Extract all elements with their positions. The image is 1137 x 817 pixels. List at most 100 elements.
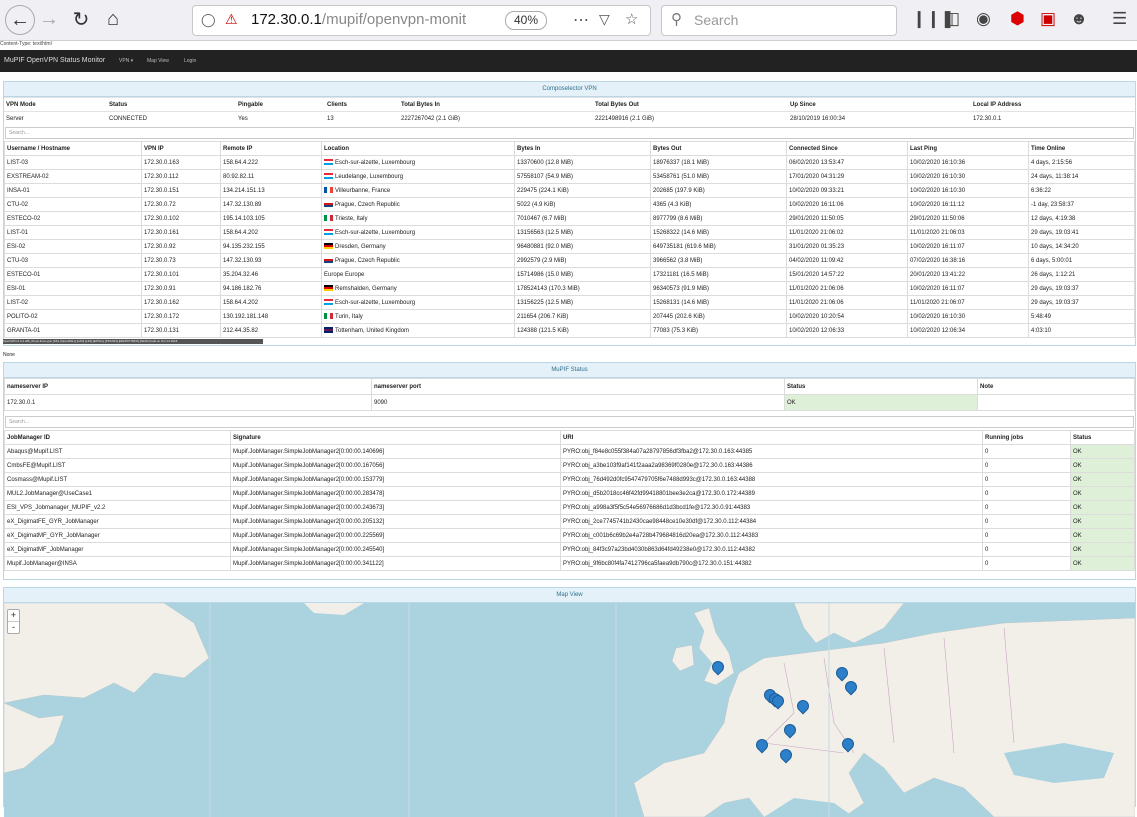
client-bytes-out: 8977799 (8.6 MiB): [650, 211, 787, 226]
table-row: CmbsFE@Mupif.LIST Mupif.JobManager.Simple…: [4, 458, 1135, 473]
table-row: LIST-02 172.30.0.162 158.64.4.202 Esch-sur-…: [4, 295, 1135, 310]
map-zoom-out[interactable]: -: [8, 622, 19, 633]
job-running: 0: [982, 514, 1071, 529]
nav-login[interactable]: Login: [184, 58, 196, 64]
table-row: Mupif.JobManager@INSA Mupif.JobManager.Si…: [4, 556, 1135, 571]
flag-icon-it: [324, 215, 333, 221]
client-connected: 04/02/2020 11:09:42: [786, 253, 908, 268]
client-header: Connected Since: [786, 141, 908, 156]
client-remote-ip: 212.44.35.82: [220, 323, 322, 338]
table-row: CTU-02 172.30.0.72 147.32.130.89 Prague, Cz…: [4, 197, 1135, 212]
job-uri: PYRO:obj_a3be103f9af141f2aaa2a98369f0280…: [560, 458, 983, 473]
flash-icon[interactable]: ▣: [1040, 9, 1056, 29]
ublock-icon[interactable]: ⬢: [1010, 9, 1025, 29]
client-bytes-in: 211654 (206.7 KiB): [514, 309, 651, 324]
reload-button[interactable]: ↻: [67, 5, 95, 33]
client-connected: 11/01/2020 21:06:06: [786, 295, 908, 310]
client-connected: 10/02/2020 09:33:21: [786, 183, 908, 198]
map-zoom-in[interactable]: +: [8, 610, 19, 622]
insecure-lock-icon: ⚠: [225, 11, 238, 27]
job-status: OK: [1070, 556, 1135, 571]
client-vpn-ip: 172.30.0.163: [141, 155, 221, 170]
navbar-brand[interactable]: MuPIF OpenVPN Status Monitor: [4, 57, 105, 64]
jobmanager-search-input[interactable]: Search...: [5, 416, 1134, 428]
table-row: LIST-03 172.30.0.163 158.64.4.222 Esch-sur-…: [4, 155, 1135, 170]
client-name: GRANTA-01: [4, 323, 142, 338]
client-last-ping: 11/01/2020 21:06:07: [907, 295, 1029, 310]
client-connected: 10/02/2020 10:20:54: [786, 309, 908, 324]
nav-vpn-dropdown[interactable]: VPN ▾: [119, 58, 133, 64]
client-last-ping: 10/02/2020 16:11:07: [907, 281, 1029, 296]
client-location: Dresden, Germany: [321, 239, 515, 254]
client-connected: 10/02/2020 12:06:33: [786, 323, 908, 338]
page-actions-icon[interactable]: ⋯: [573, 10, 589, 30]
job-sig: Mupif.JobManager.SimpleJobManager2[0:00:…: [230, 444, 561, 459]
nav-map-view[interactable]: Map View: [147, 58, 169, 64]
extension-icon[interactable]: ◉: [976, 9, 991, 29]
client-bytes-out: 96340573 (91.9 MiB): [650, 281, 787, 296]
table-row: ESI-02 172.30.0.92 94.135.232.155 Dresden, …: [4, 239, 1135, 254]
app-navbar: MuPIF OpenVPN Status Monitor VPN ▾ Map V…: [0, 50, 1137, 72]
table-row: CTU-03 172.30.0.73 147.32.130.93 Prague, Cz…: [4, 253, 1135, 268]
client-bytes-in: 13156563 (12.5 MiB): [514, 225, 651, 240]
map-view[interactable]: + -: [4, 603, 1135, 817]
location-text: Esch-sur-alzette, Luxembourg: [335, 160, 416, 166]
client-connected: 10/02/2020 16:11:06: [786, 197, 908, 212]
mupif-panel: MuPIF Status nameserver IP nameserver por…: [3, 362, 1136, 580]
client-bytes-in: 2992579 (2.9 MiB): [514, 253, 651, 268]
client-remote-ip: 158.64.4.202: [220, 295, 322, 310]
client-online: 29 days, 19:03:37: [1028, 295, 1135, 310]
client-location: Villeurbanne, France: [321, 183, 515, 198]
address-bar[interactable]: ◯ ⚠ 172.30.0.1/mupif/openvpn-monit 40% ⋯…: [192, 5, 651, 36]
job-sig: Mupif.JobManager.SimpleJobManager2[0:00:…: [230, 486, 561, 501]
client-remote-ip: 147.32.130.93: [220, 253, 322, 268]
forward-button[interactable]: →: [35, 5, 63, 33]
zoom-indicator[interactable]: 40%: [505, 11, 547, 30]
job-status: OK: [1070, 514, 1135, 529]
bookmark-star-icon[interactable]: ☆: [625, 10, 638, 28]
table-row: ESTECO-01 172.30.0.101 35.204.32.46 Europe …: [4, 267, 1135, 282]
nameserver-cell: 172.30.0.1: [4, 394, 372, 411]
table-row: LIST-01 172.30.0.161 158.64.4.202 Esch-sur-…: [4, 225, 1135, 240]
client-name: LIST-02: [4, 295, 142, 310]
client-last-ping: 07/02/2020 16:38:16: [907, 253, 1029, 268]
client-last-ping: 10/02/2020 16:10:30: [907, 169, 1029, 184]
client-name: CTU-02: [4, 197, 142, 212]
client-last-ping: 10/02/2020 16:10:30: [907, 309, 1029, 324]
vpn-clients-table: Username / Hostname VPN IP Remote IP Locati…: [4, 141, 1135, 338]
nameserver-cell: OK: [784, 394, 978, 411]
flag-icon-de: [324, 243, 333, 249]
job-id: CmbsFE@Mupif.LIST: [4, 458, 231, 473]
job-uri: PYRO:obj_9f6bc80f4fa7412796ca5faea9db790…: [560, 556, 983, 571]
job-uri: PYRO:obj_a998a3f5f5c54e56976686d1d3bcd1f…: [560, 500, 983, 515]
client-bytes-out: 15268322 (14.6 MiB): [650, 225, 787, 240]
client-vpn-ip: 172.30.0.131: [141, 323, 221, 338]
home-button[interactable]: ⌂: [99, 5, 127, 33]
client-name: ESTECO-02: [4, 211, 142, 226]
search-field[interactable]: ⚲ Search: [661, 5, 897, 36]
client-bytes-out: 207445 (202.6 KiB): [650, 309, 787, 324]
flag-icon-lu: [324, 229, 333, 235]
summary-cell: 13: [325, 111, 399, 125]
summary-cell: 2227267042 (2.1 GiB): [399, 111, 593, 125]
back-button[interactable]: ←: [5, 5, 35, 35]
client-last-ping: 29/01/2020 11:50:06: [907, 211, 1029, 226]
flag-icon-gb: [324, 327, 333, 333]
client-vpn-ip: 172.30.0.102: [141, 211, 221, 226]
vpn-search-input[interactable]: Search...: [5, 127, 1134, 139]
job-status: OK: [1070, 528, 1135, 543]
summary-header: Up Since: [788, 97, 971, 112]
location-text: Tottenham, United Kingdom: [335, 328, 410, 334]
pocket-icon[interactable]: ▽: [599, 11, 610, 28]
client-online: 12 days, 4:19:38: [1028, 211, 1135, 226]
flag-icon-it: [324, 313, 333, 319]
sidebar-icon[interactable]: ◫: [944, 9, 960, 29]
flag-icon-lu: [324, 299, 333, 305]
client-online: 29 days, 19:03:37: [1028, 281, 1135, 296]
client-bytes-in: 178524143 (170.3 MiB): [514, 281, 651, 296]
none-label: None: [3, 352, 15, 358]
summary-header: Status: [107, 97, 236, 112]
account-icon[interactable]: ☻: [1070, 9, 1088, 29]
nameserver-header: nameserver IP: [4, 378, 372, 395]
menu-icon[interactable]: ☰: [1112, 9, 1127, 29]
